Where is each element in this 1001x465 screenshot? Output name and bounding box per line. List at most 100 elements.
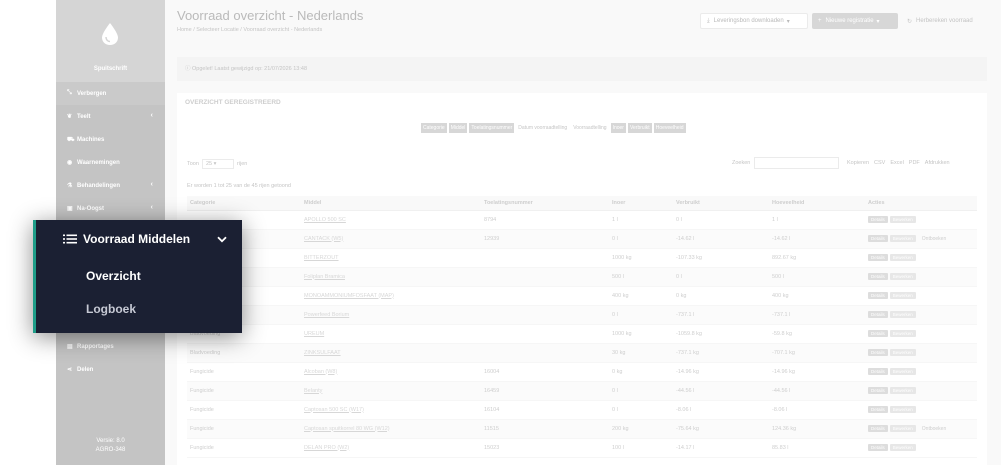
search-label: Zoeken <box>732 160 751 166</box>
details-button[interactable]: Details <box>868 254 888 261</box>
details-button[interactable]: Details <box>868 330 888 337</box>
book-out-button[interactable]: Ontboeken <box>922 236 946 242</box>
table-header-cell[interactable]: Toelatingsnummer <box>481 196 609 211</box>
details-button[interactable]: Details <box>868 349 888 356</box>
book-out-button[interactable]: Ontboeken <box>922 426 946 432</box>
middel-link[interactable]: UREUM <box>301 324 481 344</box>
brand-name: Spuitschrift <box>93 66 128 72</box>
page-length-select[interactable]: 25 ▾ <box>201 159 234 169</box>
download-icon: ⤓ <box>707 17 710 24</box>
column-toggle-button[interactable]: Verbruikt <box>627 123 652 133</box>
quantity-cell: -44.56 l <box>769 381 865 401</box>
edit-button[interactable]: Bewerken <box>889 292 916 299</box>
details-button[interactable]: Details <box>868 425 888 432</box>
actions-group: Details Bewerken <box>868 368 977 375</box>
actions-cell: Details Bewerken <box>865 362 977 382</box>
middel-link[interactable]: CANTACK (W5) <box>301 229 481 249</box>
table-header-cell[interactable]: Acties <box>865 196 977 211</box>
middel-link[interactable]: Captosan 500 SC (W17) <box>301 400 481 420</box>
middel-link[interactable]: Belanty <box>301 381 481 401</box>
column-toggles: Categorie Middel Toelatingsnummer Datum voo… <box>421 123 686 133</box>
menu-item-overzicht[interactable]: Overzicht <box>86 269 141 283</box>
edit-button[interactable]: Bewerken <box>889 311 916 318</box>
breadcrumb[interactable]: Home / Selecteer Locatie / Voorraad over… <box>177 27 322 33</box>
edit-button[interactable]: Bewerken <box>889 406 916 413</box>
chevron-left-icon: ‹ <box>150 181 153 188</box>
details-button[interactable]: Details <box>868 406 888 413</box>
details-button[interactable]: Details <box>868 311 888 318</box>
recalculate-button[interactable]: ↻ Herbereken voorraad <box>901 13 987 29</box>
edit-button[interactable]: Bewerken <box>889 444 916 451</box>
export-button[interactable]: PDF <box>909 160 920 166</box>
stock-menu-header[interactable]: Voorraad Middelen <box>63 232 190 246</box>
sidebar-item[interactable]: ⛟ Machines <box>56 128 165 151</box>
share-icon: ⋖ <box>67 367 73 373</box>
actions-cell: Details Bewerken <box>865 324 977 344</box>
details-button[interactable]: Details <box>868 273 888 280</box>
sidebar-item[interactable]: ⋖ Delen <box>56 358 165 381</box>
edit-button[interactable]: Bewerken <box>889 368 916 375</box>
table-row: Bladvoeding ZINKSULFAAT 30 kg -737.1 kg -707… <box>187 343 977 363</box>
actions-group: Details Bewerken <box>868 444 977 451</box>
sidebar-item[interactable]: ▤ Rapportages <box>56 335 165 358</box>
table-header-cell[interactable]: Inoer <box>609 196 673 211</box>
edit-button[interactable]: Bewerken <box>889 330 916 337</box>
middel-link[interactable]: DELAN PRO (W2) <box>301 438 481 458</box>
edit-button[interactable]: Bewerken <box>889 216 916 223</box>
column-toggle-button[interactable]: Hoeveelheid <box>653 123 686 133</box>
middel-link[interactable]: ZINKSULFAAT <box>301 343 481 363</box>
edit-button[interactable]: Bewerken <box>889 235 916 242</box>
table-header-cell[interactable]: Middel <box>301 196 481 211</box>
sidebar-item[interactable]: ⤡ Verbergen <box>56 82 165 105</box>
details-button[interactable]: Details <box>868 216 888 223</box>
table-header-cell[interactable]: Categorie <box>187 196 301 211</box>
quantity-cell: -8.06 l <box>769 400 865 420</box>
edit-button[interactable]: Bewerken <box>889 425 916 432</box>
category-cell: Fungicide <box>187 419 301 439</box>
chevron-down-icon[interactable] <box>217 236 227 243</box>
table-row: Bladvoeding UREUM 1000 kg -1059.8 kg -59.8 k… <box>187 324 977 344</box>
middel-link[interactable]: Powerfeed Borium <box>301 305 481 325</box>
sidebar-item[interactable]: ❦ Teelt ‹ <box>56 105 165 128</box>
edit-button[interactable]: Bewerken <box>889 254 916 261</box>
table-header-cell[interactable]: Verbruikt <box>673 196 769 211</box>
table-header-cell[interactable]: Hoeveelheid <box>769 196 865 211</box>
column-toggle-button[interactable]: Inoer <box>610 123 626 133</box>
middel-link[interactable]: BITTERZOUT <box>301 248 481 268</box>
edit-button[interactable]: Bewerken <box>889 349 916 356</box>
column-toggle-button[interactable]: Categorie <box>421 123 447 133</box>
intake-cell: 400 kg <box>609 286 673 306</box>
compress-icon: ⤡ <box>67 90 72 96</box>
edit-button[interactable]: Bewerken <box>889 273 916 280</box>
export-button[interactable]: Excel <box>890 160 903 166</box>
download-delivery-button[interactable]: ⤓ Leveringsbon downloaden ▾ <box>700 13 808 29</box>
export-button[interactable]: Kopieren <box>847 160 869 166</box>
middel-link[interactable]: APOLLO 500 SC <box>301 210 481 230</box>
sidebar-item-label: Na-Oogst <box>77 205 104 212</box>
middel-link[interactable]: Alcoban (W8) <box>301 362 481 382</box>
column-toggle-button[interactable]: Middel <box>448 123 468 133</box>
sidebar-item-label: Teelt <box>77 113 91 120</box>
search-input[interactable] <box>754 157 840 169</box>
used-cell: -737.1 l <box>673 305 769 325</box>
sidebar-item[interactable]: ▣ Na-Oogst ‹ <box>56 197 165 220</box>
column-toggle-button[interactable]: Toelatingsnummer <box>469 123 515 133</box>
sidebar-item[interactable]: ◉ Waarnemingen <box>56 151 165 174</box>
details-button[interactable]: Details <box>868 444 888 451</box>
details-button[interactable]: Details <box>868 292 888 299</box>
middel-link[interactable]: MONOAMMONIUMFOSFAAT (MAP) <box>301 286 481 306</box>
new-registration-button[interactable]: + Nieuwe registratie ▾ <box>812 13 898 29</box>
menu-item-logboek[interactable]: Logboek <box>86 302 136 316</box>
column-toggle-button[interactable]: Datum voorraadtelling <box>516 123 570 133</box>
details-button[interactable]: Details <box>868 368 888 375</box>
refresh-icon: ↻ <box>907 18 913 25</box>
middel-link[interactable]: Captosan spuitkorrel 80 WG (W12) <box>301 419 481 439</box>
details-button[interactable]: Details <box>868 235 888 242</box>
edit-button[interactable]: Bewerken <box>889 387 916 394</box>
middel-link[interactable]: Foliplan Bramica <box>301 267 481 287</box>
column-toggle-button[interactable]: Voorraadtelling <box>571 123 609 133</box>
export-button[interactable]: CSV <box>874 160 885 166</box>
sidebar-item[interactable]: ⚗ Behandelingen ‹ <box>56 174 165 197</box>
details-button[interactable]: Details <box>868 387 888 394</box>
export-button[interactable]: Afdrukken <box>925 160 950 166</box>
